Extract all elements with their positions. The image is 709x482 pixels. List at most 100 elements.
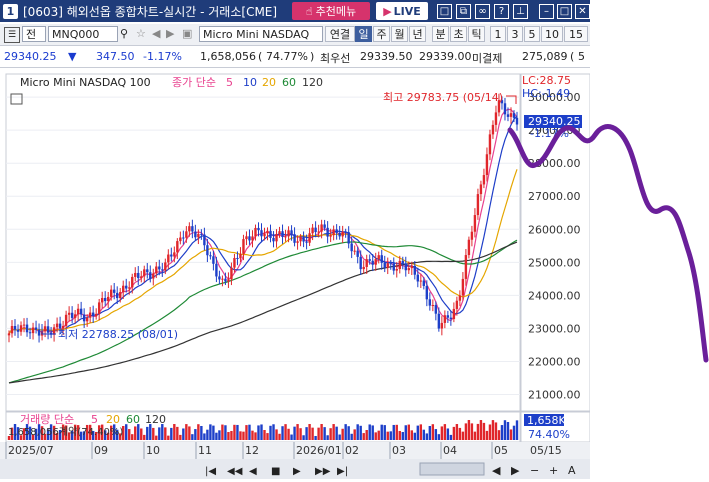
nav-scroll-left-icon[interactable]: ◀ xyxy=(492,464,501,477)
volume-bar xyxy=(461,431,465,440)
candle-body xyxy=(341,231,344,237)
lock-icon[interactable]: ▣ xyxy=(182,26,196,42)
next-symbol-icon[interactable]: ▶ xyxy=(166,26,180,42)
period-button-7[interactable]: 틱 xyxy=(468,26,485,42)
candle-body xyxy=(287,230,290,237)
candle-body xyxy=(91,312,95,317)
candle-body xyxy=(404,263,407,271)
candle-body xyxy=(25,324,29,333)
volume-bar xyxy=(473,431,477,440)
window-number: 1 xyxy=(3,3,18,19)
volume-bar xyxy=(488,424,492,440)
search-icon[interactable]: ⚲ xyxy=(120,26,134,42)
candle-body xyxy=(7,333,11,336)
volume-bar xyxy=(365,429,368,440)
period-button-5[interactable]: 분 xyxy=(432,26,449,42)
period-button-2[interactable]: 주 xyxy=(373,26,390,42)
auto-scale-icon[interactable]: A xyxy=(568,464,576,477)
volume-bar xyxy=(377,430,380,440)
close-icon[interactable]: ✕ xyxy=(575,4,590,19)
number-button-5[interactable]: 5 xyxy=(524,26,540,42)
candle-body xyxy=(82,314,86,322)
candle-body xyxy=(299,237,302,242)
volume-bar xyxy=(131,434,134,440)
volume-bar xyxy=(383,425,386,440)
candle-body xyxy=(194,231,197,238)
period-button-4[interactable]: 년 xyxy=(409,26,426,42)
number-button-10[interactable]: 10 xyxy=(541,26,563,42)
volume-bar xyxy=(197,424,200,440)
volume-bar xyxy=(263,430,266,440)
volume-bar xyxy=(281,426,284,440)
volume-bar xyxy=(188,426,191,440)
nav-stop-icon[interactable]: ■ xyxy=(271,466,280,477)
period-button-6[interactable]: 초 xyxy=(450,26,467,42)
candle-body xyxy=(407,268,410,271)
candle-body xyxy=(67,312,71,315)
volume-bar xyxy=(503,420,507,440)
volume-bar xyxy=(470,423,474,440)
candle-body xyxy=(320,224,323,232)
price-chart[interactable]: 30000.0029000.0028000.0027000.0026000.00… xyxy=(0,70,591,479)
volume-bar xyxy=(206,429,209,440)
volume-bar xyxy=(140,428,143,440)
candle-body xyxy=(449,317,453,320)
y-tick-label-2: 28000.00 xyxy=(528,157,581,170)
symbol-name-field: Micro Mini NASDAQ 10 xyxy=(199,26,323,42)
quote-extra: 5 xyxy=(578,50,585,63)
prev-symbol-icon[interactable]: ◀ xyxy=(152,26,166,42)
symbol-input[interactable]: MNQ000 xyxy=(48,26,118,42)
live-button[interactable]: ▶ LIVE xyxy=(376,2,428,20)
window-icon[interactable]: □ xyxy=(437,4,452,19)
volume-bar xyxy=(449,434,453,440)
candle-body xyxy=(476,194,480,216)
symbol-name-value: Micro Mini NASDAQ 10 xyxy=(203,28,310,41)
candle-body xyxy=(13,326,17,330)
candle-body xyxy=(100,297,104,303)
link-icon[interactable]: ∞ xyxy=(475,4,490,19)
candle-body xyxy=(245,236,248,240)
nav-forward-icon[interactable]: ▶▶ xyxy=(315,466,331,477)
copy-icon[interactable]: ⧉ xyxy=(456,4,471,19)
number-button-15[interactable]: 15 xyxy=(564,26,588,42)
period-button-0[interactable]: 연결 xyxy=(325,26,355,42)
nav-last-icon[interactable]: ▶| xyxy=(337,466,348,477)
zoom-in-icon[interactable]: + xyxy=(549,464,558,477)
period-button-1[interactable]: 일 xyxy=(355,26,372,42)
volume-bar xyxy=(182,428,185,440)
volume-bar xyxy=(257,425,260,440)
volume-bar xyxy=(269,425,272,440)
candle-body xyxy=(206,245,209,256)
candle-body xyxy=(251,236,254,241)
pin-icon[interactable]: ⊥ xyxy=(513,4,528,19)
legend-period-20: 20 xyxy=(262,76,276,89)
zoom-out-icon[interactable]: − xyxy=(530,464,539,477)
x-tick-label-3: 11 xyxy=(198,444,212,457)
candle-body xyxy=(230,267,233,280)
nav-rewind-icon[interactable]: ◀◀ xyxy=(227,466,243,477)
recommend-menu-button[interactable]: ☝ 추천메뉴 xyxy=(292,2,370,20)
candle-body xyxy=(419,280,423,282)
help-icon[interactable]: ? xyxy=(494,4,509,19)
nav-prev-icon[interactable]: ◀ xyxy=(249,466,257,477)
volume-bar xyxy=(191,434,194,440)
candle-body xyxy=(431,304,435,306)
minimize-icon[interactable]: – xyxy=(539,4,554,19)
candle-body xyxy=(311,227,314,234)
nav-first-icon[interactable]: |◀ xyxy=(205,466,216,477)
candle-body xyxy=(296,241,299,243)
volume-bar xyxy=(407,424,410,440)
candle-body xyxy=(248,236,251,241)
volume-bar xyxy=(284,424,287,440)
period-button-3[interactable]: 월 xyxy=(391,26,408,42)
candle-body xyxy=(215,263,218,277)
nav-scroll-right-icon[interactable]: ▶ xyxy=(511,464,520,477)
nav-play-icon[interactable]: ▶ xyxy=(293,466,301,477)
number-button-3[interactable]: 3 xyxy=(507,26,523,42)
star-icon[interactable]: ☆ xyxy=(136,26,150,42)
market-select[interactable]: 전 xyxy=(22,26,46,42)
maximize-icon[interactable]: □ xyxy=(557,4,572,19)
candle-body xyxy=(422,280,426,286)
number-button-1[interactable]: 1 xyxy=(490,26,506,42)
list-icon[interactable]: ☰ xyxy=(4,27,20,43)
